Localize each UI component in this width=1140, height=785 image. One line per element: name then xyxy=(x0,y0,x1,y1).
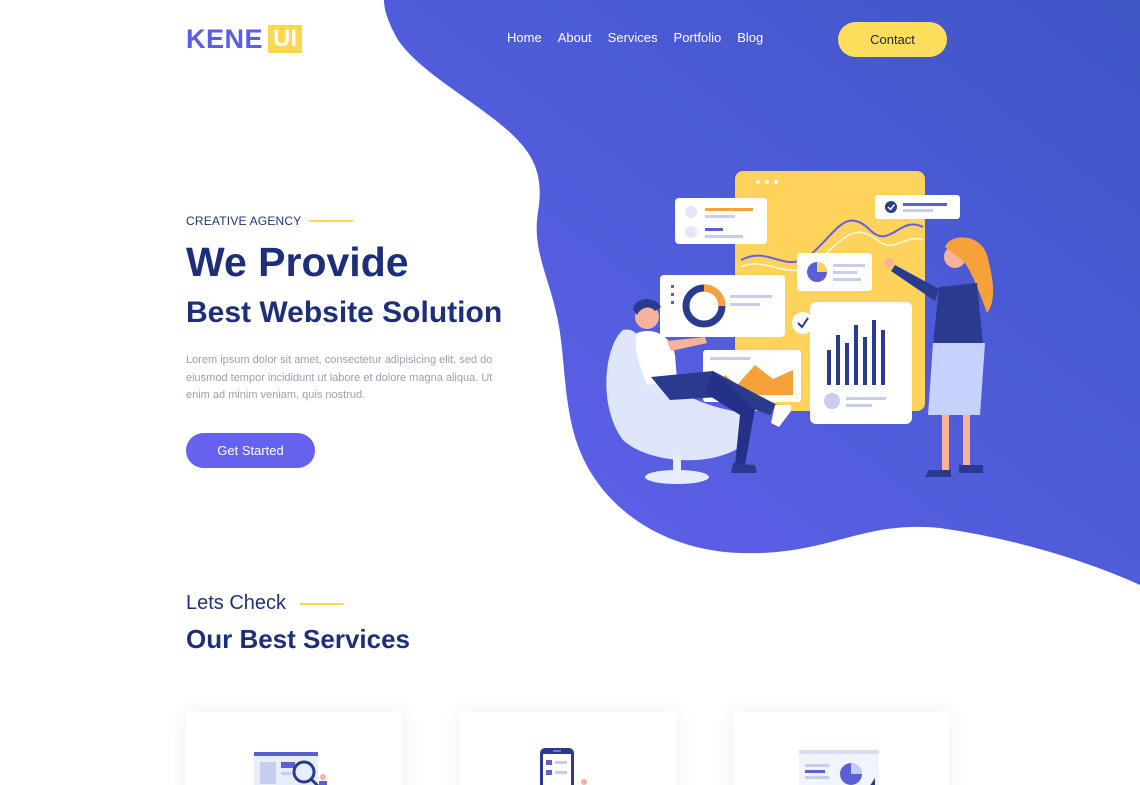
hero-eyebrow-text: CREATIVE AGENCY xyxy=(186,214,302,228)
analytics-chart-icon xyxy=(799,750,879,785)
services-eyebrow-text: Lets Check xyxy=(186,592,287,614)
hero-description: Lorem ipsum dolor sit amet, consectetur … xyxy=(186,354,493,401)
nav-item-services[interactable]: Services xyxy=(608,29,658,47)
mobile-app-icon xyxy=(540,748,587,785)
brand-name: KENE xyxy=(186,24,264,54)
hero-eyebrow: CREATIVE AGENCY xyxy=(186,214,354,228)
services-title: Our Best Services xyxy=(186,624,411,654)
nav-item-home[interactable]: Home xyxy=(507,29,542,47)
hero-subtitle: Best Website Solution xyxy=(186,296,503,329)
nav-item-about[interactable]: About xyxy=(558,29,592,47)
services-eyebrow: Lets Check xyxy=(186,592,345,615)
brand-logo[interactable]: KENE UI xyxy=(186,24,303,54)
hero-illustration xyxy=(606,171,994,484)
services-accent-line xyxy=(300,602,345,605)
service-card-1[interactable] xyxy=(186,712,402,785)
service-card-2[interactable] xyxy=(460,712,676,785)
get-started-button[interactable]: Get Started xyxy=(186,433,315,468)
brand-badge: UI xyxy=(268,25,303,53)
contact-button[interactable]: Contact xyxy=(838,22,947,57)
hero-title: We Provide xyxy=(186,239,409,285)
nav-item-blog[interactable]: Blog xyxy=(737,29,763,47)
eyebrow-accent-line xyxy=(309,220,354,222)
service-card-3[interactable] xyxy=(733,712,949,785)
main-nav: Home About Services Portfolio Blog xyxy=(507,29,763,47)
browser-search-icon xyxy=(254,752,327,785)
nav-item-portfolio[interactable]: Portfolio xyxy=(674,29,722,47)
